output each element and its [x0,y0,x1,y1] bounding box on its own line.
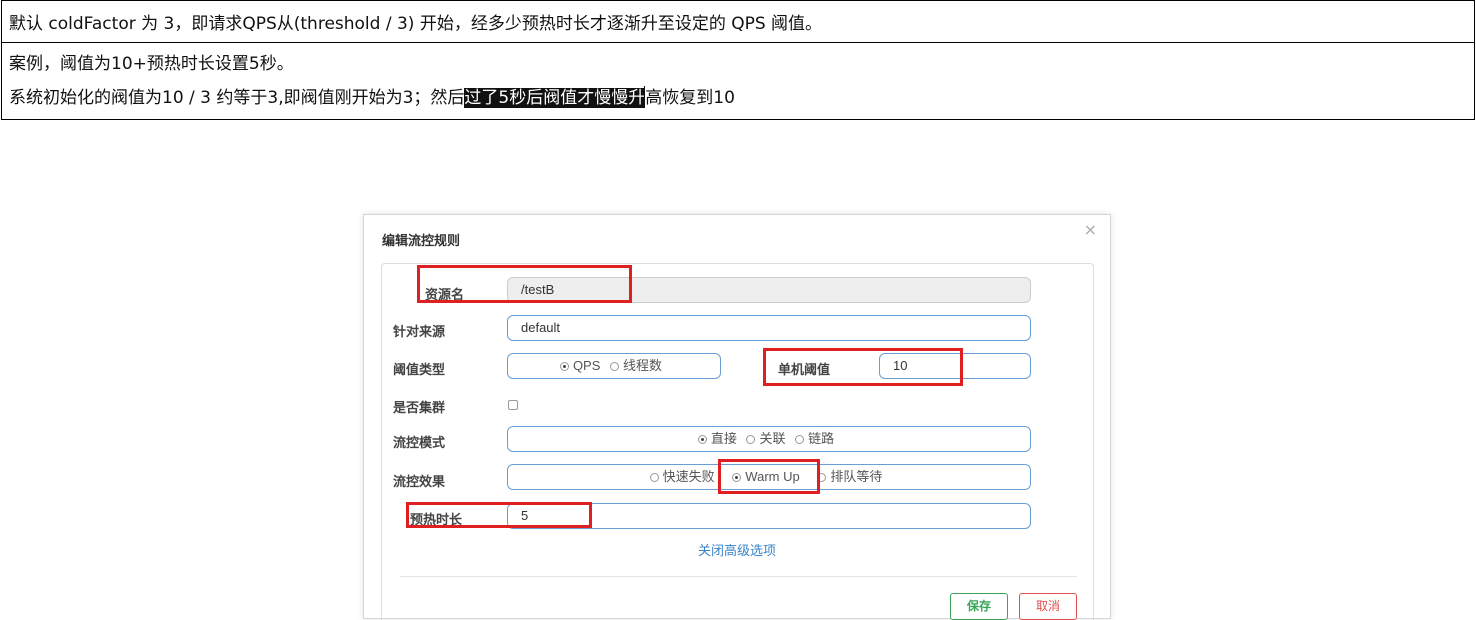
flow-mode-radio-group: 直接 关联 链路 [507,426,1031,452]
note-text-coldfactor: 默认 coldFactor 为 3，即请求QPS从(threshold / 3)… [9,14,823,34]
source-input[interactable]: default [507,315,1031,341]
annotation-box-threshold [763,348,963,386]
radio-queue-wait[interactable]: 排队等待 [817,469,882,484]
radio-unselected-icon [610,362,620,371]
radio-qps[interactable]: QPS [559,358,600,373]
threshold-type-radio-group: QPS 线程数 [507,353,721,379]
note-row-example: 案例，阈值为10+预热时长设置5秒。 系统初始化的阀值为10 / 3 约等于3,… [2,43,1474,119]
radio-unselected-icon [649,473,659,482]
source-label: 针对来源 [393,325,446,340]
close-icon[interactable]: × [1084,220,1097,239]
annotation-box-warmup-duration [406,502,592,528]
annotation-box-warmup-option [718,459,820,494]
cluster-checkbox[interactable] [508,400,518,410]
cancel-button[interactable]: 取消 [1019,593,1077,620]
note-text-explanation-end: 高恢复到10 [645,88,735,108]
radio-thread-count[interactable]: 线程数 [610,358,662,373]
annotation-box-resource [417,265,632,303]
note-text-explanation: 系统初始化的阀值为10 / 3 约等于3,即阀值刚开始为3；然后过了5秒后阀值才… [9,86,1474,120]
cluster-label: 是否集群 [393,401,446,416]
footer-divider [400,576,1077,577]
close-advanced-options-link[interactable]: 关闭高级选项 [364,540,1110,559]
note-text-example: 案例，阈值为10+预热时长设置5秒。 [9,54,294,74]
flow-effect-label: 流控效果 [393,475,446,490]
radio-chain[interactable]: 链路 [795,431,834,446]
selected-text-highlight[interactable]: 过了5秒后阀值才慢慢升 [464,88,646,108]
radio-direct[interactable]: 直接 [697,431,737,446]
radio-unselected-icon [795,435,805,444]
radio-selected-icon [697,435,707,444]
radio-associated[interactable]: 关联 [746,431,786,446]
flow-mode-label: 流控模式 [393,436,446,451]
note-table: 默认 coldFactor 为 3，即请求QPS从(threshold / 3)… [1,0,1475,120]
threshold-type-label: 阈值类型 [393,363,446,378]
radio-fast-fail[interactable]: 快速失败 [649,469,715,484]
dialog-title: 编辑流控规则 [382,234,461,249]
note-text-explanation-start: 系统初始化的阀值为10 / 3 约等于3,即阀值刚开始为3；然后 [9,88,465,108]
note-row-coldfactor: 默认 coldFactor 为 3，即请求QPS从(threshold / 3)… [2,1,1474,43]
radio-selected-icon [559,362,569,371]
edit-flow-rule-dialog: 编辑流控规则 × 资源名 /testB 针对来源 default 阈值类型 QP… [363,214,1111,620]
save-button[interactable]: 保存 [950,593,1008,620]
radio-unselected-icon [746,435,756,444]
